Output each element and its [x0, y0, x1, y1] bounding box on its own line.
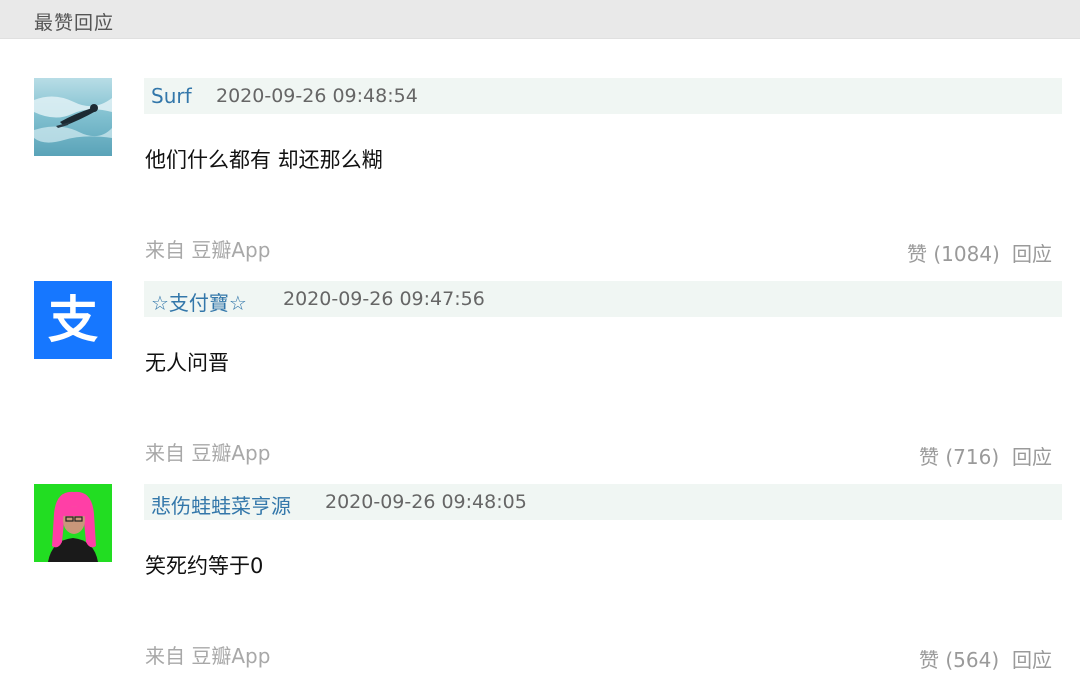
comment-time: 2020-09-26 09:47:56	[283, 288, 485, 310]
comment-meta-bar: Surf 2020-09-26 09:48:54	[144, 78, 1062, 114]
reply-button[interactable]: 回应	[1012, 238, 1052, 267]
comment-item: Surf 2020-09-26 09:48:54 他们什么都有 却还那么糊 来自…	[0, 78, 1080, 281]
section-header: 最赞回应	[0, 0, 1080, 39]
svg-text:支: 支	[48, 291, 98, 349]
avatar[interactable]: 支	[34, 281, 112, 359]
avatar[interactable]	[34, 484, 112, 562]
avatar[interactable]	[34, 78, 112, 156]
reply-button[interactable]: 回应	[1012, 441, 1052, 470]
reply-button[interactable]: 回应	[1012, 644, 1052, 673]
author-link[interactable]: ☆支付寶☆	[151, 287, 247, 316]
comment-content: 无人问晋	[145, 351, 229, 375]
alipay-logo-icon: 支	[34, 281, 112, 359]
comment-source: 来自 豆瓣App	[145, 238, 271, 262]
comment-meta-bar: 悲伤蛙蛙菜亨源 2020-09-26 09:48:05	[144, 484, 1062, 520]
section-title: 最赞回应	[34, 12, 115, 34]
comment-meta-bar: ☆支付寶☆ 2020-09-26 09:47:56	[144, 281, 1062, 317]
pink-hair-avatar-image	[34, 484, 112, 562]
comment-content: 笑死约等于0	[145, 554, 264, 578]
comment-time: 2020-09-26 09:48:54	[216, 85, 418, 107]
author-link[interactable]: Surf	[151, 84, 192, 108]
comment-time: 2020-09-26 09:48:05	[325, 491, 527, 513]
vote-button[interactable]: 赞 (716)	[919, 441, 999, 470]
comment-source: 来自 豆瓣App	[145, 644, 271, 668]
comment-content: 他们什么都有 却还那么糊	[145, 148, 383, 172]
vote-button[interactable]: 赞 (564)	[919, 644, 999, 673]
comment-source: 来自 豆瓣App	[145, 441, 271, 465]
surfer-avatar-image	[34, 78, 112, 156]
vote-button[interactable]: 赞 (1084)	[907, 238, 1000, 267]
comment-item: 支 ☆支付寶☆ 2020-09-26 09:47:56 无人问晋 来自 豆瓣Ap…	[0, 281, 1080, 484]
comment-item: 悲伤蛙蛙菜亨源 2020-09-26 09:48:05 笑死约等于0 来自 豆瓣…	[0, 484, 1080, 680]
author-link[interactable]: 悲伤蛙蛙菜亨源	[151, 490, 291, 519]
